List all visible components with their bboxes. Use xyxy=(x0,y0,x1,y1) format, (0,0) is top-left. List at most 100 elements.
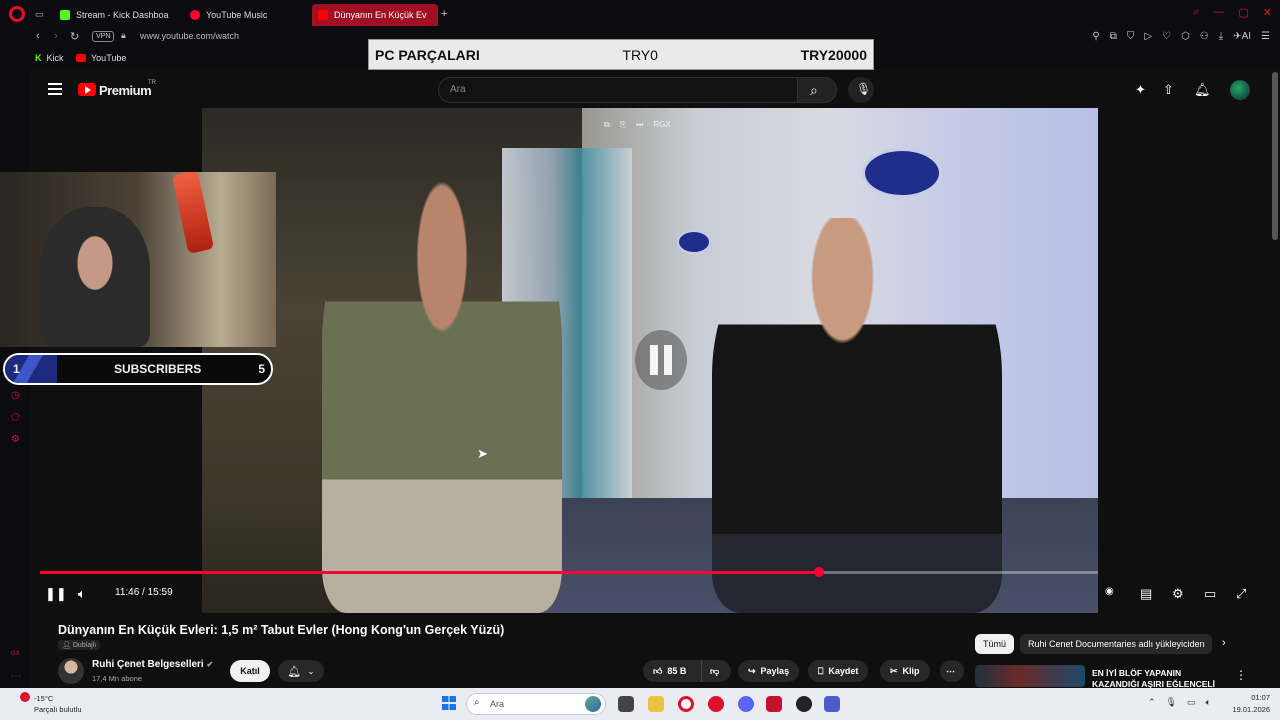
pause-icon[interactable]: ❚❚ xyxy=(45,586,67,602)
more-icon[interactable]: ⋯ xyxy=(11,671,21,682)
tab-menu-icon[interactable]: ▭ xyxy=(35,9,44,20)
tab-youtube-music[interactable]: YouTube Music xyxy=(184,4,273,26)
create-icon[interactable]: ✦ xyxy=(1135,82,1146,98)
profile-icon[interactable]: ⚇ xyxy=(1200,31,1209,42)
youtube-favicon-icon xyxy=(318,10,328,20)
file-explorer-icon[interactable] xyxy=(648,696,664,712)
ai-label: AI xyxy=(1241,31,1252,42)
mail-app-icon[interactable] xyxy=(766,696,782,712)
vpn-badge[interactable]: VPN xyxy=(92,31,115,42)
rgx-badge[interactable]: RGX xyxy=(653,120,670,130)
task-view-icon[interactable] xyxy=(618,696,634,712)
screenshot-icon[interactable]: ⧉ xyxy=(1110,31,1117,42)
account-avatar[interactable] xyxy=(1230,80,1250,100)
clip-button[interactable]: ✂ Klip xyxy=(880,660,930,682)
voice-search-button[interactable]: 🎙︎ xyxy=(848,77,874,103)
reload-icon[interactable]: ↻ xyxy=(70,30,79,43)
tab-current-video[interactable]: Dünyanın En Küçük Ev xyxy=(312,4,438,26)
theater-mode-icon[interactable]: ▭ xyxy=(1204,586,1216,602)
channel-name[interactable]: Ruhi Çenet Belgeselleri ✔ xyxy=(92,659,213,670)
forward-icon[interactable]: › xyxy=(54,30,58,42)
cast-icon[interactable]: ⎘ xyxy=(620,120,626,130)
download-icon[interactable]: ⤓ xyxy=(1219,31,1223,42)
settings-gear-icon[interactable]: ⚙ xyxy=(1172,586,1184,602)
pinboard-icon[interactable]: ⬠ xyxy=(11,412,20,423)
subtitles-icon[interactable]: ▤ xyxy=(1140,586,1152,602)
microphone-tray-icon[interactable]: 🎙︎ xyxy=(1166,697,1177,708)
chip-from-channel[interactable]: Ruhi Cenet Documentaries adlı yükleyicid… xyxy=(1020,634,1212,654)
tab-kick-dashboard[interactable]: Stream - Kick Dashboa xyxy=(54,4,175,26)
search-button[interactable]: ⌕ xyxy=(797,77,837,103)
channel-avatar[interactable] xyxy=(58,658,84,684)
play-icon[interactable]: ▷ xyxy=(1144,31,1152,42)
guide-menu-icon[interactable] xyxy=(48,83,62,95)
tray-chevron-up-icon[interactable]: ⌃ xyxy=(1148,697,1156,708)
fullscreen-icon[interactable]: ⤢ xyxy=(1236,586,1246,602)
autoplay-toggle[interactable]: ◉ xyxy=(1105,586,1114,597)
weather-temperature[interactable]: -15°C xyxy=(34,694,53,703)
big-pause-icon[interactable] xyxy=(635,330,687,390)
pin-icon[interactable]: ⚲ xyxy=(1092,31,1099,42)
upload-icon[interactable]: ⇧ xyxy=(1163,82,1174,98)
search-tabs-icon[interactable]: ⌕ xyxy=(1193,6,1199,19)
join-button[interactable]: Katıl xyxy=(230,660,270,682)
app-icon[interactable] xyxy=(824,696,840,712)
search-input[interactable] xyxy=(438,77,798,103)
recommended-video-title[interactable]: EN İYİ BLÖF YAPANIN KAZANDIĞI AŞIRI EĞLE… xyxy=(1092,668,1222,688)
youtube-logo-icon[interactable] xyxy=(78,83,96,96)
speaker-icon[interactable]: 🔈︎ xyxy=(1206,697,1211,708)
windows-start-icon[interactable] xyxy=(442,696,456,710)
streamer-microphone xyxy=(171,172,215,254)
chevron-right-icon[interactable]: › xyxy=(1222,637,1226,649)
chevron-down-icon: ⌄ xyxy=(307,665,315,676)
url-field[interactable]: www.youtube.com/watch xyxy=(140,31,239,41)
progress-played[interactable] xyxy=(40,571,819,574)
save-button[interactable]: ⎕ Kaydet xyxy=(808,660,869,682)
discord-icon[interactable] xyxy=(738,696,754,712)
like-button[interactable]: 👍︎ 85 B xyxy=(643,660,701,682)
chip-all[interactable]: Tümü xyxy=(975,634,1015,654)
opera-logo-icon[interactable] xyxy=(9,6,25,22)
dubbed-label: Dublajlı xyxy=(72,642,97,649)
taskbar-clock[interactable]: 01:07 19.01.2026 xyxy=(1230,693,1270,714)
dislike-button[interactable]: 👎︎ xyxy=(701,660,731,682)
menu-icon[interactable]: ☰ xyxy=(1261,31,1270,42)
bookmark-youtube[interactable]: YouTube xyxy=(76,53,126,63)
history-icon[interactable]: ◷ xyxy=(11,390,20,401)
share-button[interactable]: ↪ Paylaş xyxy=(738,660,800,682)
shield-icon[interactable]: ⛉ xyxy=(1127,31,1135,42)
gx-label: GX xyxy=(11,651,20,657)
video-person-resident xyxy=(712,218,1002,613)
maximize-icon[interactable]: ▢ xyxy=(1238,6,1248,19)
settings-icon[interactable]: ⚙ xyxy=(11,434,20,445)
extensions-icon[interactable]: ⬡ xyxy=(1181,31,1190,42)
new-tab-button[interactable]: + xyxy=(441,8,447,20)
lock-icon[interactable]: 🔒︎ xyxy=(121,30,126,41)
volume-icon[interactable]: 🔈︎ xyxy=(78,586,86,602)
recording-app-icon[interactable] xyxy=(708,696,724,712)
obs-icon[interactable] xyxy=(796,696,812,712)
bookmark-icon: ⎕ xyxy=(818,665,824,676)
notifications-bell-icon[interactable]: 🔔︎ xyxy=(1194,82,1211,98)
bookmark-label: Kick xyxy=(46,53,64,63)
heart-icon[interactable]: ♡ xyxy=(1162,31,1171,42)
back-icon[interactable]: ‹ xyxy=(36,30,40,42)
popout-icon[interactable]: ⧉ xyxy=(604,120,610,130)
more-vertical-icon[interactable]: ⋮ xyxy=(1235,668,1247,682)
taskbar-search-highlight-icon[interactable] xyxy=(585,696,601,712)
minimize-icon[interactable]: — xyxy=(1213,6,1224,19)
subscribed-bell-button[interactable]: 🔔︎ ⌄ xyxy=(278,660,324,682)
network-icon[interactable]: ▭ xyxy=(1187,697,1196,708)
close-icon[interactable]: ✕ xyxy=(1263,6,1272,19)
aria-ai-button[interactable]: ✈AI xyxy=(1233,31,1251,42)
weather-description[interactable]: Parçalı bulutlu xyxy=(34,705,82,714)
bookmark-kick[interactable]: K Kick xyxy=(35,53,64,63)
recommended-video-thumbnail[interactable] xyxy=(975,665,1085,687)
page-scrollbar[interactable] xyxy=(1272,72,1278,240)
more-actions-button[interactable]: ⋯ xyxy=(940,660,964,682)
weather-icon[interactable] xyxy=(20,692,30,702)
skip-icon[interactable]: ⏭ xyxy=(636,120,643,130)
youtube-premium-brand[interactable]: Premium xyxy=(99,83,152,98)
progress-scrubber[interactable] xyxy=(813,567,824,577)
opera-gx-taskbar-icon[interactable] xyxy=(678,696,694,712)
